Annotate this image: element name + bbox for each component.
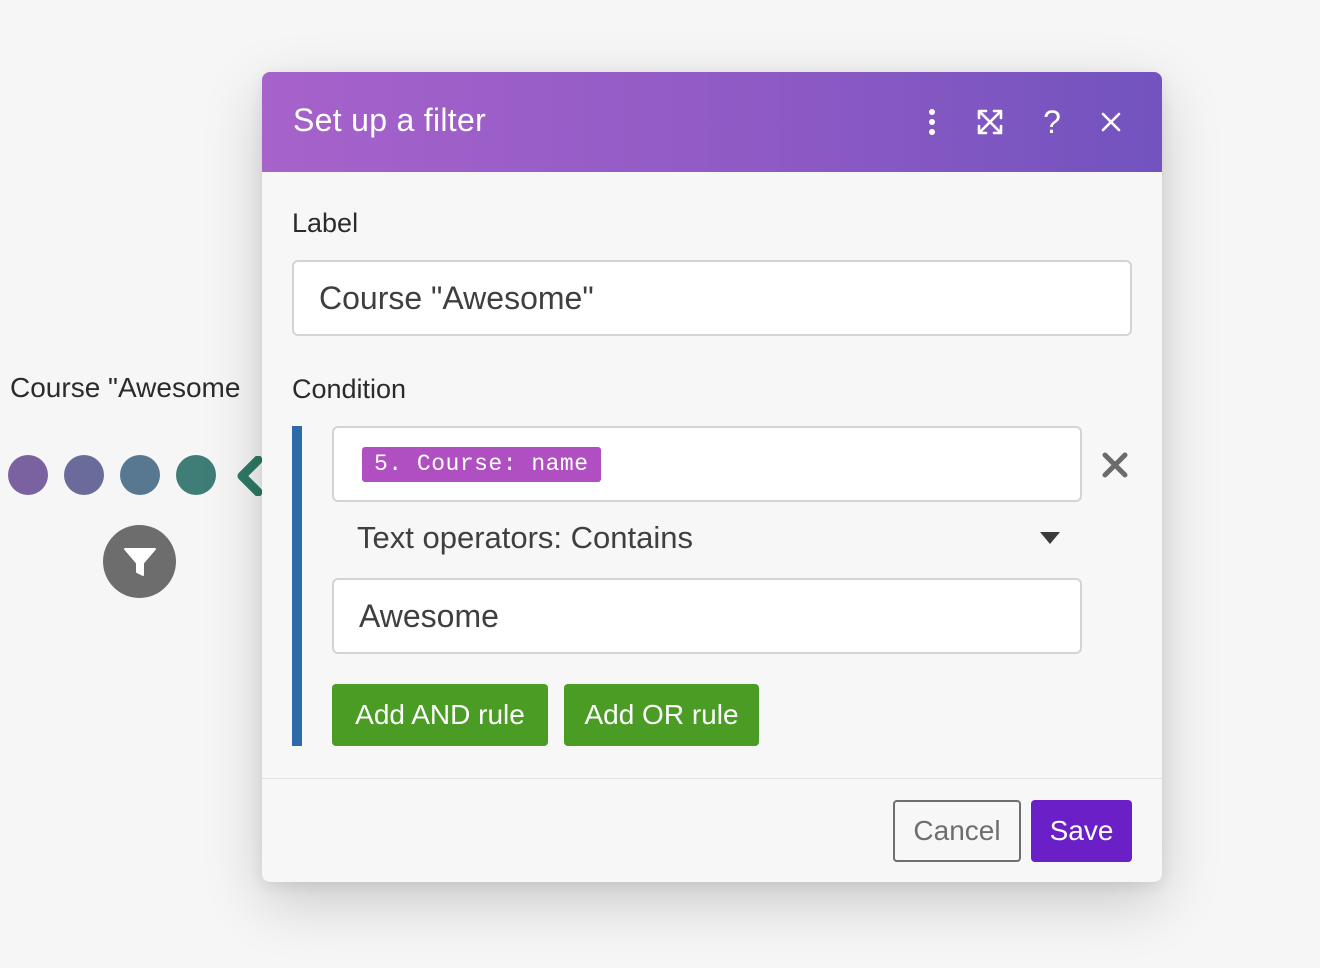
chevron-down-icon	[1040, 532, 1060, 544]
more-vertical-icon	[929, 109, 935, 135]
condition-group-bar	[292, 426, 302, 746]
route-dot	[8, 455, 48, 495]
help-icon: ?	[1043, 103, 1061, 140]
add-and-rule-button[interactable]: Add AND rule	[332, 684, 548, 746]
close-icon	[1101, 112, 1121, 132]
remove-condition-button[interactable]	[1098, 448, 1132, 482]
dialog-header: Set up a filter ?	[262, 72, 1162, 172]
filter-dialog: Set up a filter ? Label Course "Awesome"…	[262, 72, 1162, 882]
add-or-rule-button[interactable]: Add OR rule	[564, 684, 759, 746]
footer-divider	[262, 778, 1162, 779]
operator-value: Text operators: Contains	[357, 520, 694, 555]
label-input[interactable]: Course "Awesome"	[292, 260, 1132, 336]
cancel-button[interactable]: Cancel	[893, 800, 1021, 862]
dialog-title: Set up a filter	[293, 102, 487, 138]
condition-label: Condition	[292, 374, 407, 404]
filter-node[interactable]	[103, 525, 176, 598]
route-dot	[120, 455, 160, 495]
remove-icon	[1102, 452, 1128, 478]
operator-select[interactable]: Text operators: Contains	[357, 512, 1060, 564]
condition-value-input[interactable]: Awesome	[332, 578, 1082, 654]
expand-button[interactable]	[970, 102, 1010, 142]
route-dot	[64, 455, 104, 495]
scenario-canvas: Course "Awesome Set up a filter ? Label …	[0, 0, 1320, 968]
filter-funnel-icon	[123, 547, 156, 576]
expand-icon	[977, 109, 1003, 135]
route-label[interactable]: Course "Awesome	[10, 372, 240, 404]
close-button[interactable]	[1091, 102, 1131, 142]
condition-operand-field[interactable]: 5. Course: name	[332, 426, 1082, 502]
more-options-button[interactable]	[912, 102, 952, 142]
route-dot	[176, 455, 216, 495]
mapped-variable-token[interactable]: 5. Course: name	[362, 446, 601, 482]
help-button[interactable]: ?	[1032, 102, 1072, 142]
label-field-label: Label	[292, 208, 359, 238]
save-button[interactable]: Save	[1031, 800, 1132, 862]
